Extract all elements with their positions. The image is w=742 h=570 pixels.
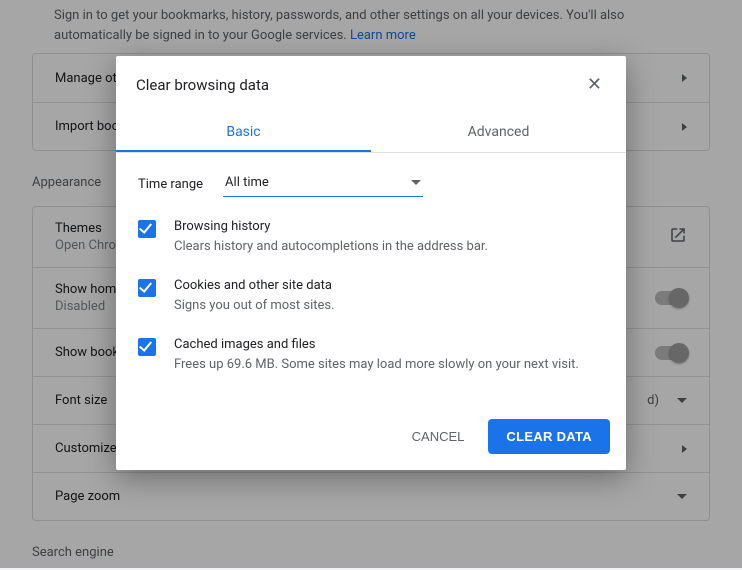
time-range-row: Time range All time	[138, 171, 604, 197]
modal-overlay: Clear browsing data ✕ Basic Advanced Tim…	[0, 0, 742, 568]
clear-browsing-data-dialog: Clear browsing data ✕ Basic Advanced Tim…	[116, 56, 626, 470]
option-desc: Signs you out of most sites.	[174, 297, 335, 315]
chevron-down-icon	[411, 180, 421, 185]
option-cookies: Cookies and other site data Signs you ou…	[138, 278, 604, 315]
option-cached: Cached images and files Frees up 69.6 MB…	[138, 337, 604, 374]
option-desc: Frees up 69.6 MB. Some sites may load mo…	[174, 356, 579, 374]
dialog-actions: CANCEL CLEAR DATA	[116, 405, 626, 470]
cancel-button[interactable]: CANCEL	[402, 419, 475, 454]
option-desc: Clears history and autocompletions in th…	[174, 238, 488, 256]
time-range-select[interactable]: All time	[223, 171, 423, 197]
option-title: Cookies and other site data	[174, 278, 335, 293]
option-title: Browsing history	[174, 219, 488, 234]
tab-advanced[interactable]: Advanced	[371, 112, 626, 152]
option-title: Cached images and files	[174, 337, 579, 352]
time-range-label: Time range	[138, 177, 203, 192]
dialog-title: Clear browsing data	[136, 76, 269, 94]
time-range-value: All time	[225, 175, 269, 190]
tab-basic[interactable]: Basic	[116, 112, 371, 152]
dialog-header: Clear browsing data ✕	[116, 56, 626, 98]
checkbox-cached[interactable]	[138, 338, 156, 356]
checkbox-cookies[interactable]	[138, 279, 156, 297]
clear-data-button[interactable]: CLEAR DATA	[488, 419, 610, 454]
option-browsing-history: Browsing history Clears history and auto…	[138, 219, 604, 256]
dialog-body: Time range All time Browsing history Cle…	[116, 153, 626, 405]
checkbox-browsing-history[interactable]	[138, 220, 156, 238]
close-icon[interactable]: ✕	[583, 72, 606, 98]
dialog-tabs: Basic Advanced	[116, 112, 626, 153]
